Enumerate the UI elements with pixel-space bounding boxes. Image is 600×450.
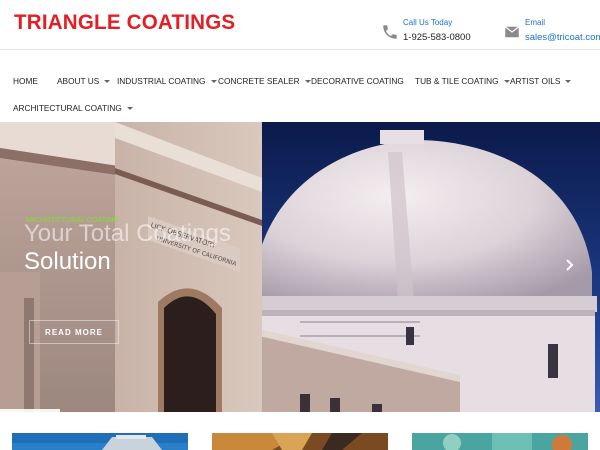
nav-item-label: CONCRETE SEALER [218, 76, 300, 86]
chevron-down-icon [104, 79, 111, 83]
nav-item-home[interactable]: HOME [13, 76, 38, 86]
phone-icon [383, 25, 397, 39]
thumbnail-rust[interactable] [212, 433, 388, 450]
nav-item-concrete-sealer[interactable]: CONCRETE SEALER [218, 76, 311, 86]
nav-item-label: INDUSTRIAL COATING [117, 76, 206, 86]
nav-item-architectural-coating[interactable]: ARCHITECTURAL COATING [13, 103, 133, 113]
site-logo[interactable]: TRIANGLE COATINGS [14, 11, 235, 35]
phone-label: Call Us Today [403, 18, 453, 27]
nav-item-label: DECORATIVE COATING [311, 76, 404, 86]
main-navigation: HOME ABOUT US INDUSTRIAL COATING CONCRET… [0, 50, 600, 122]
email-address[interactable]: sales@tricoat.com [525, 32, 600, 43]
thumbnail-industrial[interactable] [12, 433, 188, 450]
hero-headline-line1: Your Total Coatings [24, 220, 231, 247]
phone-number[interactable]: 1-925-583-0800 [403, 32, 471, 43]
contact-phone: Call Us Today 1-925-583-0800 [381, 17, 471, 43]
nav-item-label: ARCHITECTURAL COATING [13, 103, 122, 113]
chevron-down-icon [126, 106, 133, 110]
site-header: TRIANGLE COATINGS Call Us Today 1-925-58… [0, 0, 600, 50]
chevron-down-icon [210, 79, 217, 83]
read-more-button[interactable]: READ MORE [29, 320, 119, 344]
email-label: Email [525, 18, 546, 27]
chevron-down-icon [304, 79, 311, 83]
nav-item-label: TUB & TILE COATING [415, 76, 499, 86]
chevron-down-icon [503, 79, 510, 83]
nav-item-label: ABOUT US [57, 76, 100, 86]
hero-headline: Your Total Coatings Solution [24, 220, 231, 276]
nav-item-tub-tile-coating[interactable]: TUB & TILE COATING [415, 76, 510, 86]
chevron-right-icon[interactable] [566, 259, 580, 275]
hero-slider: LICK OBSERVATORY UNIVERSITY OF CALIFORNI… [0, 122, 600, 412]
hero-headline-line2: Solution [24, 248, 111, 275]
nav-item-artist-oils[interactable]: ARTIST OILS [510, 76, 572, 86]
nav-item-label: ARTIST OILS [510, 76, 561, 86]
featured-thumbnails [0, 412, 600, 450]
nav-item-industrial-coating[interactable]: INDUSTRIAL COATING [117, 76, 217, 86]
nav-item-label: HOME [13, 76, 38, 86]
nav-item-about-us[interactable]: ABOUT US [57, 76, 111, 86]
contact-email: Email sales@tricoat.com [503, 17, 600, 43]
thumbnail-decorative[interactable] [412, 433, 588, 450]
envelope-icon [504, 26, 520, 38]
chevron-down-icon [565, 79, 572, 83]
nav-item-decorative-coating[interactable]: DECORATIVE COATING [311, 76, 404, 86]
